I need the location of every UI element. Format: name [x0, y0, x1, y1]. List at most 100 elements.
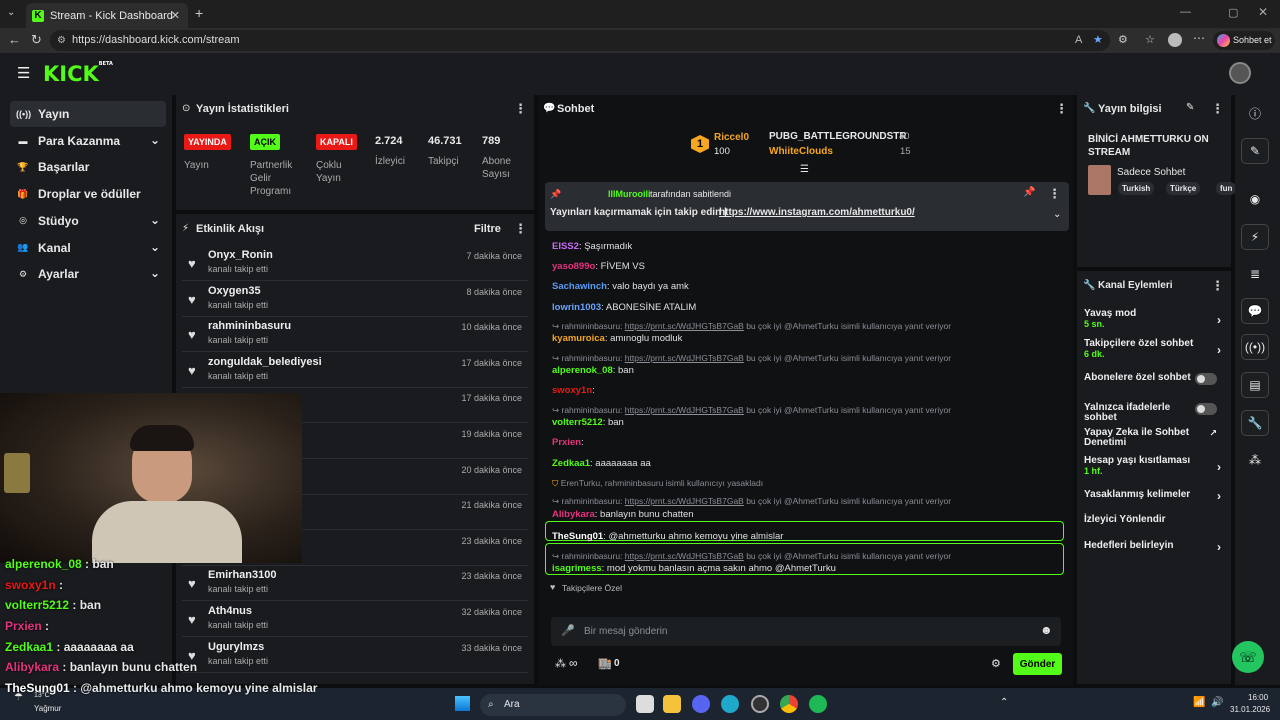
channel-action-item[interactable]: Yapay Zeka ile Sohbet Denetimi ↗	[1084, 428, 1225, 448]
activity-filter-button[interactable]: Filtre	[474, 223, 501, 235]
back-icon[interactable]: ←	[8, 32, 21, 47]
chevron-right-icon[interactable]: ›	[1217, 343, 1221, 357]
support-chat-button[interactable]: ☏	[1232, 641, 1264, 673]
chat-settings-icon[interactable]: ⚙	[991, 657, 1001, 670]
minimize-icon[interactable]: —	[1180, 6, 1191, 18]
extensions-icon[interactable]: ⚙	[1118, 33, 1128, 46]
chat-username[interactable]: lowrin1003	[552, 302, 601, 313]
chevron-right-icon[interactable]: ›	[1217, 313, 1221, 327]
chevron-right-icon[interactable]: ›	[1217, 489, 1221, 503]
wrench-icon[interactable]: 🔧	[1241, 410, 1269, 436]
user-avatar[interactable]	[1229, 62, 1251, 84]
activity-username[interactable]: Ugurylmzs	[208, 641, 264, 653]
chat-username[interactable]: kyamuroica	[552, 333, 605, 344]
sidebar-item-2[interactable]: 🏆 Başarılar	[10, 154, 166, 180]
reply-link[interactable]: https://prnt.sc/WdJHGTsB7GaB	[625, 496, 744, 506]
activity-menu-icon[interactable]: ⋮	[514, 221, 527, 237]
activity-row[interactable]: ♥ Oxygen35 kanalı takip etti 8 dakika önce	[182, 282, 528, 317]
send-button[interactable]: Gönder	[1013, 653, 1062, 675]
broadcast-icon[interactable]: ((•))	[1241, 334, 1269, 360]
sidebar-item-1[interactable]: ▬ Para Kazanma ⌄	[10, 128, 166, 154]
volume-icon[interactable]: 🔊	[1211, 697, 1223, 708]
activity-row[interactable]: ♥ Emirhan3100 kanalı takip etti 23 dakika ö…	[182, 566, 528, 602]
tag-pill[interactable]: fun	[1216, 182, 1237, 195]
category-name[interactable]: Sadece Sohbet	[1117, 167, 1185, 178]
chat-username[interactable]: isagrimess	[552, 563, 602, 574]
pinned-by-user[interactable]: IllMurooili	[608, 189, 651, 199]
activity-row[interactable]: ♥ Ugurylmzs kanalı takip etti 33 dakika önc…	[182, 638, 528, 673]
start-button-icon[interactable]	[455, 696, 470, 711]
file-explorer-icon[interactable]	[663, 695, 681, 713]
new-tab-icon[interactable]: +	[195, 5, 203, 21]
store-icon[interactable]: 🏬	[598, 657, 612, 670]
favorite-star-icon[interactable]: ★	[1093, 30, 1103, 51]
copilot-chat-button[interactable]: Sohbet et	[1213, 31, 1275, 50]
info-icon[interactable]: ⓘ	[1241, 100, 1269, 126]
chat-username[interactable]: volterr5212	[552, 417, 603, 428]
leaderboard-third-name[interactable]: WhiiteClouds	[769, 146, 833, 157]
sidebar-item-0[interactable]: ((•)) Yayın	[10, 101, 166, 127]
emoji-picker-icon[interactable]: ☻	[1040, 623, 1053, 637]
leaderboard-expand-icon[interactable]: ☰	[800, 164, 809, 175]
actions-menu-icon[interactable]: ⋮	[1211, 278, 1224, 294]
pinned-collapse-icon[interactable]: ⌄	[1053, 209, 1061, 220]
reply-link[interactable]: https://prnt.sc/WdJHGTsB7GaB	[625, 353, 744, 363]
chat-username[interactable]: Sachawinch	[552, 281, 607, 292]
external-link-icon[interactable]: ↗	[1209, 428, 1217, 439]
activity-row[interactable]: ♥ zonguldak_belediyesi kanalı takip etti 17…	[182, 353, 528, 388]
channel-action-item[interactable]: Yasaklanmış kelimeler ›	[1084, 489, 1225, 503]
close-window-icon[interactable]: ✕	[1258, 5, 1268, 19]
clock-time[interactable]: 16:00	[1248, 693, 1268, 702]
channel-action-item[interactable]: Abonelere özel sohbet	[1084, 373, 1225, 385]
reply-context[interactable]: ↪ rahmininbasuru: https://prnt.sc/WdJHGT…	[552, 321, 951, 332]
sidebar-item-3[interactable]: 🎁 Droplar ve ödüller	[10, 181, 166, 207]
chat-username[interactable]: yaso899o	[552, 261, 595, 272]
reader-mode-icon[interactable]: A	[1075, 30, 1082, 51]
activity-row[interactable]: ♥ Ath4nus kanalı takip etti 32 dakika önce	[182, 602, 528, 637]
edge-icon[interactable]	[721, 695, 739, 713]
chat-username[interactable]: alperenok_08	[552, 365, 613, 376]
chevron-down-icon[interactable]: ⌄	[150, 266, 160, 280]
tray-chevron-icon[interactable]: ⌃	[1000, 697, 1008, 708]
tag-pill[interactable]: Turkish	[1118, 182, 1155, 195]
reply-link[interactable]: https://prnt.sc/WdJHGTsB7GaB	[625, 405, 744, 415]
reply-context[interactable]: ↪ rahmininbasuru: https://prnt.sc/WdJHGT…	[552, 551, 951, 562]
more-icon[interactable]: ⋯	[1193, 31, 1205, 45]
chevron-down-icon[interactable]: ⌄	[150, 213, 160, 227]
chevron-down-icon[interactable]: ⌄	[150, 133, 160, 147]
chat-username[interactable]: Zedkaa1	[552, 458, 590, 469]
taskbar-search[interactable]: ⌕ Ara	[480, 694, 626, 716]
reply-context[interactable]: ↪ rahmininbasuru: https://prnt.sc/WdJHGT…	[552, 496, 951, 507]
chevron-down-icon[interactable]: ⌄	[150, 240, 160, 254]
chat-username[interactable]: Prxien	[552, 437, 581, 448]
chrome-icon[interactable]	[780, 695, 798, 713]
spotify-icon[interactable]	[809, 695, 827, 713]
notes-icon[interactable]: ≣	[1241, 261, 1269, 287]
discord-icon[interactable]	[692, 695, 710, 713]
reload-icon[interactable]: ↻	[31, 32, 42, 48]
channel-action-item[interactable]: Yalnızca ifadelerle sohbet	[1084, 403, 1225, 423]
edit-icon[interactable]: ✎	[1186, 102, 1194, 113]
channel-points-icon[interactable]: ⁂	[555, 657, 566, 670]
maximize-icon[interactable]: ▢	[1228, 6, 1238, 19]
chevron-right-icon[interactable]: ›	[1217, 460, 1221, 474]
channel-action-item[interactable]: Yavaş mod 5 sn. ›	[1084, 309, 1225, 330]
activity-username[interactable]: Oxygen35	[208, 285, 261, 297]
activity-username[interactable]: Ath4nus	[208, 605, 252, 617]
chat-username[interactable]: EISS2	[552, 241, 579, 252]
dots-icon[interactable]: ⁂	[1241, 447, 1269, 473]
channel-action-item[interactable]: Takipçilere özel sohbet 6 dk. ›	[1084, 339, 1225, 360]
chat-menu-icon[interactable]: ⋮	[1055, 101, 1068, 117]
chat-username[interactable]: swoxy1n	[552, 385, 592, 396]
reply-context[interactable]: ↪ rahmininbasuru: https://prnt.sc/WdJHGT…	[552, 405, 951, 416]
channel-action-item[interactable]: Hedefleri belirleyin ›	[1084, 540, 1225, 554]
activity-username[interactable]: zonguldak_belediyesi	[208, 356, 322, 368]
stream-info-menu-icon[interactable]: ⋮	[1211, 101, 1224, 117]
leaderboard-first-name[interactable]: Riccel0	[714, 132, 749, 143]
pinned-menu-icon[interactable]: ⋮	[1048, 186, 1061, 202]
wifi-icon[interactable]: 📶	[1193, 697, 1205, 708]
unpin-icon[interactable]: 📌	[1023, 187, 1035, 198]
reply-link[interactable]: https://prnt.sc/WdJHGTsB7GaB	[625, 321, 744, 331]
activity-username[interactable]: Emirhan3100	[208, 569, 276, 581]
reply-link[interactable]: https://prnt.sc/WdJHGTsB7GaB	[625, 551, 744, 561]
